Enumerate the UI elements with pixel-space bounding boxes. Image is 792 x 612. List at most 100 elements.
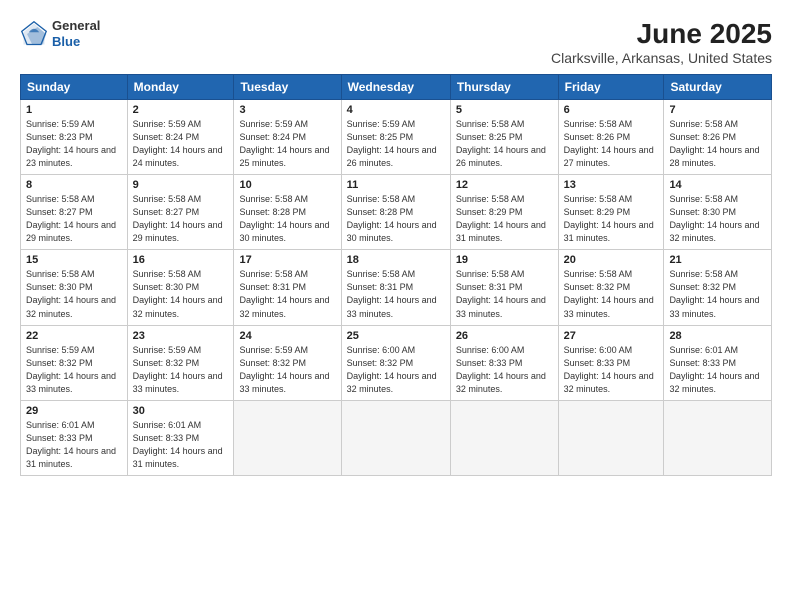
day-info: Sunrise: 5:58 AMSunset: 8:26 PMDaylight:… <box>669 118 766 170</box>
calendar-header: SundayMondayTuesdayWednesdayThursdayFrid… <box>21 75 772 100</box>
day-info: Sunrise: 5:59 AMSunset: 8:32 PMDaylight:… <box>26 344 122 396</box>
calendar-title: June 2025 <box>551 18 772 50</box>
logo-blue: Blue <box>52 34 80 49</box>
header-day-tuesday: Tuesday <box>234 75 341 100</box>
day-number: 18 <box>347 254 445 266</box>
header-day-wednesday: Wednesday <box>341 75 450 100</box>
day-number: 25 <box>347 330 445 342</box>
calendar-cell: 13Sunrise: 5:58 AMSunset: 8:29 PMDayligh… <box>558 175 664 250</box>
day-number: 5 <box>456 104 553 116</box>
calendar-cell <box>234 400 341 475</box>
calendar-cell: 9 Sunrise: 5:58 AMSunset: 8:27 PMDaylight… <box>127 175 234 250</box>
day-number: 14 <box>669 179 766 191</box>
day-number: 30 <box>133 405 229 417</box>
day-number: 8 <box>26 179 122 191</box>
calendar-cell: 28 Sunrise: 6:01 AMSunset: 8:33 PMDayligh… <box>664 325 772 400</box>
calendar-cell: 7 Sunrise: 5:58 AMSunset: 8:26 PMDaylight… <box>664 100 772 175</box>
day-number: 28 <box>669 330 766 342</box>
day-number: 26 <box>456 330 553 342</box>
calendar-cell <box>664 400 772 475</box>
day-info: Sunrise: 5:58 AMSunset: 8:26 PMDaylight:… <box>564 118 659 170</box>
calendar-cell: 23 Sunrise: 5:59 AMSunset: 8:32 PMDayligh… <box>127 325 234 400</box>
calendar-cell: 26 Sunrise: 6:00 AMSunset: 8:33 PMDayligh… <box>450 325 558 400</box>
calendar-cell: 10Sunrise: 5:58 AMSunset: 8:28 PMDayligh… <box>234 175 341 250</box>
day-info: Sunrise: 6:01 AMSunset: 8:33 PMDaylight:… <box>26 419 122 471</box>
day-number: 1 <box>26 104 122 116</box>
day-number: 16 <box>133 254 229 266</box>
day-info: Sunrise: 6:00 AMSunset: 8:33 PMDaylight:… <box>456 344 553 396</box>
calendar-cell: 19 Sunrise: 5:58 AMSunset: 8:31 PMDayligh… <box>450 250 558 325</box>
day-number: 21 <box>669 254 766 266</box>
day-number: 22 <box>26 330 122 342</box>
day-number: 29 <box>26 405 122 417</box>
week-row-5: 29 Sunrise: 6:01 AMSunset: 8:33 PMDayligh… <box>21 400 772 475</box>
day-info: Sunrise: 5:58 AMSunset: 8:31 PMDaylight:… <box>347 268 445 320</box>
calendar-cell: 11 Sunrise: 5:58 AMSunset: 8:28 PMDayligh… <box>341 175 450 250</box>
day-number: 11 <box>347 179 445 191</box>
calendar-cell: 27 Sunrise: 6:00 AMSunset: 8:33 PMDayligh… <box>558 325 664 400</box>
week-row-2: 8 Sunrise: 5:58 AMSunset: 8:27 PMDaylight… <box>21 175 772 250</box>
day-number: 2 <box>133 104 229 116</box>
day-info: Sunrise: 5:58 AMSunset: 8:27 PMDaylight:… <box>26 193 122 245</box>
calendar-cell: 6 Sunrise: 5:58 AMSunset: 8:26 PMDaylight… <box>558 100 664 175</box>
day-info: Sunrise: 5:58 AMSunset: 8:30 PMDaylight:… <box>26 268 122 320</box>
calendar-cell: 16 Sunrise: 5:58 AMSunset: 8:30 PMDayligh… <box>127 250 234 325</box>
calendar-cell: 21Sunrise: 5:58 AMSunset: 8:32 PMDayligh… <box>664 250 772 325</box>
day-number: 27 <box>564 330 659 342</box>
day-info: Sunrise: 6:01 AMSunset: 8:33 PMDaylight:… <box>133 419 229 471</box>
day-number: 13 <box>564 179 659 191</box>
day-info: Sunrise: 5:58 AMSunset: 8:30 PMDaylight:… <box>133 268 229 320</box>
header-day-saturday: Saturday <box>664 75 772 100</box>
title-block: June 2025 Clarksville, Arkansas, United … <box>551 18 772 66</box>
logo-icon <box>20 20 48 48</box>
day-number: 6 <box>564 104 659 116</box>
day-info: Sunrise: 5:58 AMSunset: 8:28 PMDaylight:… <box>347 193 445 245</box>
day-info: Sunrise: 5:59 AMSunset: 8:24 PMDaylight:… <box>239 118 335 170</box>
day-info: Sunrise: 5:58 AMSunset: 8:25 PMDaylight:… <box>456 118 553 170</box>
day-info: Sunrise: 5:58 AMSunset: 8:30 PMDaylight:… <box>669 193 766 245</box>
day-number: 20 <box>564 254 659 266</box>
day-info: Sunrise: 6:01 AMSunset: 8:33 PMDaylight:… <box>669 344 766 396</box>
logo-general: General <box>52 18 100 33</box>
header-row: SundayMondayTuesdayWednesdayThursdayFrid… <box>21 75 772 100</box>
day-number: 24 <box>239 330 335 342</box>
day-number: 23 <box>133 330 229 342</box>
week-row-4: 22 Sunrise: 5:59 AMSunset: 8:32 PMDayligh… <box>21 325 772 400</box>
day-info: Sunrise: 5:58 AMSunset: 8:29 PMDaylight:… <box>456 193 553 245</box>
calendar-cell: 22 Sunrise: 5:59 AMSunset: 8:32 PMDayligh… <box>21 325 128 400</box>
day-number: 4 <box>347 104 445 116</box>
day-number: 19 <box>456 254 553 266</box>
header-day-friday: Friday <box>558 75 664 100</box>
calendar-cell: 18 Sunrise: 5:58 AMSunset: 8:31 PMDayligh… <box>341 250 450 325</box>
day-info: Sunrise: 6:00 AMSunset: 8:33 PMDaylight:… <box>564 344 659 396</box>
day-info: Sunrise: 5:59 AMSunset: 8:32 PMDaylight:… <box>133 344 229 396</box>
day-info: Sunrise: 5:58 AMSunset: 8:32 PMDaylight:… <box>564 268 659 320</box>
week-row-1: 1Sunrise: 5:59 AMSunset: 8:23 PMDaylight… <box>21 100 772 175</box>
calendar-body: 1Sunrise: 5:59 AMSunset: 8:23 PMDaylight… <box>21 100 772 476</box>
calendar-cell <box>558 400 664 475</box>
day-number: 10 <box>239 179 335 191</box>
calendar-cell: 4 Sunrise: 5:59 AMSunset: 8:25 PMDaylight… <box>341 100 450 175</box>
calendar-cell: 1Sunrise: 5:59 AMSunset: 8:23 PMDaylight… <box>21 100 128 175</box>
calendar-cell: 5 Sunrise: 5:58 AMSunset: 8:25 PMDaylight… <box>450 100 558 175</box>
day-info: Sunrise: 5:59 AMSunset: 8:32 PMDaylight:… <box>239 344 335 396</box>
calendar-cell: 29 Sunrise: 6:01 AMSunset: 8:33 PMDayligh… <box>21 400 128 475</box>
day-number: 9 <box>133 179 229 191</box>
day-info: Sunrise: 5:58 AMSunset: 8:27 PMDaylight:… <box>133 193 229 245</box>
calendar-cell <box>341 400 450 475</box>
logo: General Blue <box>20 18 100 49</box>
day-number: 7 <box>669 104 766 116</box>
calendar-cell: 20 Sunrise: 5:58 AMSunset: 8:32 PMDayligh… <box>558 250 664 325</box>
calendar-cell: 3Sunrise: 5:59 AMSunset: 8:24 PMDaylight… <box>234 100 341 175</box>
day-info: Sunrise: 6:00 AMSunset: 8:32 PMDaylight:… <box>347 344 445 396</box>
calendar-cell: 8 Sunrise: 5:58 AMSunset: 8:27 PMDaylight… <box>21 175 128 250</box>
day-number: 15 <box>26 254 122 266</box>
page: General Blue June 2025 Clarksville, Arka… <box>0 0 792 612</box>
day-info: Sunrise: 5:58 AMSunset: 8:31 PMDaylight:… <box>456 268 553 320</box>
header: General Blue June 2025 Clarksville, Arka… <box>20 18 772 66</box>
header-day-thursday: Thursday <box>450 75 558 100</box>
calendar-cell: 12Sunrise: 5:58 AMSunset: 8:29 PMDayligh… <box>450 175 558 250</box>
day-info: Sunrise: 5:59 AMSunset: 8:25 PMDaylight:… <box>347 118 445 170</box>
header-day-monday: Monday <box>127 75 234 100</box>
day-info: Sunrise: 5:58 AMSunset: 8:31 PMDaylight:… <box>239 268 335 320</box>
